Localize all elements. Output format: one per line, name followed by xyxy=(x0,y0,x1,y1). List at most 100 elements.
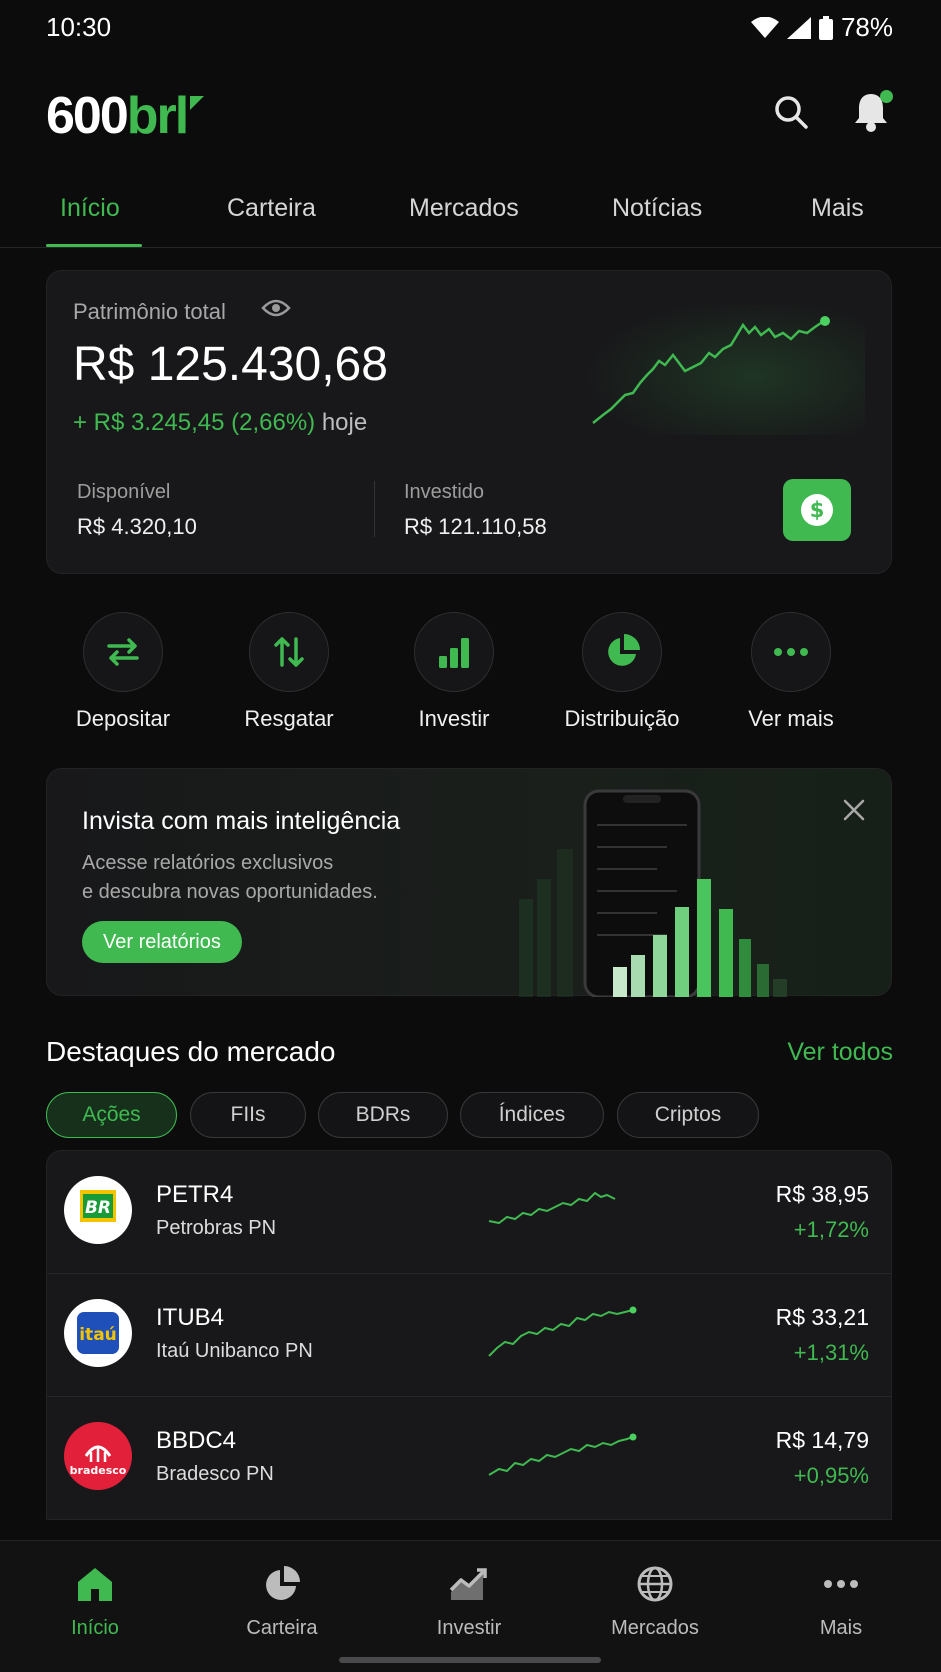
action-distribuicao-circle xyxy=(582,612,662,692)
stock-change: +1,31% xyxy=(793,1340,869,1365)
stock-change: +0,95% xyxy=(793,1463,869,1488)
status-icons: 78% xyxy=(750,12,893,43)
chip-fiis[interactable]: FIIs xyxy=(190,1092,306,1138)
stock-name: Bradesco PN xyxy=(156,1463,274,1485)
svg-text:$: $ xyxy=(810,498,825,522)
chip-criptos[interactable]: Criptos xyxy=(617,1092,759,1138)
up-down-arrows-icon xyxy=(274,637,304,667)
stock-name: Petrobras PN xyxy=(156,1217,277,1239)
cash-button[interactable]: $ xyxy=(783,479,851,541)
stock-price: R$ 14,79 xyxy=(775,1427,869,1453)
tab-inicio[interactable]: Início xyxy=(60,194,120,223)
available-value: R$ 4.320,10 xyxy=(77,514,197,539)
tab-mais[interactable]: Mais xyxy=(811,194,864,223)
action-depositar-circle xyxy=(83,612,163,692)
chip-indices[interactable]: Índices xyxy=(460,1092,604,1138)
market-highlights-title: Destaques do mercado xyxy=(46,1036,336,1067)
action-depositar[interactable]: Depositar xyxy=(38,612,208,732)
app-logo[interactable]: 600brl xyxy=(46,86,205,146)
transfer-arrows-icon xyxy=(107,638,139,666)
bottom-navigation: Início Carteira Investir Mercados Mais xyxy=(0,1540,941,1672)
view-reports-button[interactable]: Ver relatórios xyxy=(82,921,242,963)
globe-icon xyxy=(637,1566,673,1602)
wifi-icon xyxy=(750,16,779,38)
nav-investir[interactable]: Investir xyxy=(399,1563,539,1640)
action-investir-label: Investir xyxy=(418,706,490,731)
logo-flag-icon xyxy=(190,96,205,110)
promo-subtitle: Acesse relatórios exclusivos e descubra … xyxy=(82,849,378,907)
logo-part-currency: brl xyxy=(126,87,189,145)
home-icon xyxy=(78,1568,112,1601)
stock-row-itub4[interactable]: itaú ITUB4 Itaú Unibanco PN R$ 33,21 +1,… xyxy=(47,1274,891,1397)
pie-chart-icon xyxy=(608,634,640,666)
chip-acoes[interactable]: Ações xyxy=(46,1092,177,1138)
dollar-coin-icon: $ xyxy=(801,494,833,526)
nav-investir-label: Investir xyxy=(436,1617,502,1639)
action-distribuicao[interactable]: Distribuição xyxy=(537,612,707,732)
bar-chart-icon xyxy=(439,638,469,668)
action-ver-mais[interactable]: Ver mais xyxy=(706,612,876,732)
portfolio-total: R$ 125.430,68 xyxy=(73,338,388,391)
search-icon[interactable] xyxy=(769,90,813,134)
portfolio-summary-card: Patrimônio total R$ 125.430,68 + R$ 3.24… xyxy=(46,270,892,574)
portfolio-daily-change: + R$ 3.245,45 (2,66%) hoje xyxy=(73,409,367,437)
trend-chart-icon xyxy=(449,1568,487,1600)
invested-value: R$ 121.110,58 xyxy=(404,514,547,539)
chip-bdrs[interactable]: BDRs xyxy=(318,1092,448,1138)
stock-change: +1,72% xyxy=(793,1217,869,1242)
more-dots-icon xyxy=(824,1580,858,1588)
action-resgatar-label: Resgatar xyxy=(244,706,334,731)
nav-carteira[interactable]: Carteira xyxy=(212,1563,352,1640)
notification-bell-icon[interactable] xyxy=(849,88,893,136)
bradesco-logo: bradesco xyxy=(64,1422,132,1490)
nav-mercados[interactable]: Mercados xyxy=(585,1563,725,1640)
promo-title: Invista com mais inteligência xyxy=(82,807,401,835)
close-icon[interactable] xyxy=(839,795,869,825)
stock-ticker: ITUB4 xyxy=(156,1304,225,1331)
nav-inicio[interactable]: Início xyxy=(25,1563,165,1640)
petrobras-logo-text: BR xyxy=(85,1198,111,1218)
available-balance: Disponível R$ 4.320,10 xyxy=(77,481,197,540)
stock-row-petr4[interactable]: BR PETR4 Petrobras PN R$ 38,95 +1,72% xyxy=(47,1151,891,1274)
available-label: Disponível xyxy=(77,481,171,503)
action-investir[interactable]: Investir xyxy=(369,612,539,732)
petrobras-logo: BR xyxy=(64,1176,132,1244)
notification-dot xyxy=(880,90,893,103)
logo-part-number: 600 xyxy=(46,87,129,145)
invested-balance: Investido R$ 121.110,58 xyxy=(404,481,547,540)
invested-label: Investido xyxy=(404,481,485,503)
battery-level: 78% xyxy=(840,12,893,42)
promo-subtitle-line-2: e descubra novas oportunidades. xyxy=(82,881,378,903)
stock-price: R$ 38,95 xyxy=(775,1181,869,1207)
action-ver-mais-label: Ver mais xyxy=(748,706,834,731)
itau-logo-text: itaú xyxy=(79,1325,117,1345)
bradesco-logo-text: bradesco xyxy=(70,1464,127,1477)
see-all-link[interactable]: Ver todos xyxy=(787,1038,893,1067)
signal-icon xyxy=(786,16,811,39)
stock-price: R$ 33,21 xyxy=(775,1304,869,1330)
portfolio-label: Patrimônio total xyxy=(73,299,226,324)
action-resgatar-circle xyxy=(249,612,329,692)
itau-logo: itaú xyxy=(64,1299,132,1367)
action-investir-circle xyxy=(414,612,494,692)
nav-carteira-label: Carteira xyxy=(246,1617,318,1639)
portfolio-sparkline xyxy=(585,305,865,435)
stock-sparkline xyxy=(488,1191,616,1225)
tab-noticias[interactable]: Notícias xyxy=(612,194,702,223)
nav-mercados-label: Mercados xyxy=(611,1617,699,1639)
action-resgatar[interactable]: Resgatar xyxy=(204,612,374,732)
active-tab-indicator xyxy=(46,244,142,247)
action-distribuicao-label: Distribuição xyxy=(564,706,680,731)
tab-carteira[interactable]: Carteira xyxy=(227,194,316,223)
home-indicator xyxy=(339,1657,601,1663)
tab-mercados[interactable]: Mercados xyxy=(409,194,519,223)
nav-mais-label: Mais xyxy=(819,1617,863,1639)
market-highlights-list: BR PETR4 Petrobras PN R$ 38,95 +1,72% it… xyxy=(46,1150,892,1520)
nav-mais[interactable]: Mais xyxy=(771,1563,911,1640)
action-ver-mais-circle xyxy=(751,612,831,692)
phone-chart-illustration xyxy=(519,789,787,997)
stock-row-bbdc4[interactable]: bradesco BBDC4 Bradesco PN R$ 14,79 +0,9… xyxy=(47,1397,891,1519)
reports-promo-banner: Invista com mais inteligência Acesse rel… xyxy=(46,768,892,997)
more-dots-icon xyxy=(774,648,808,656)
eye-icon[interactable] xyxy=(261,297,291,319)
